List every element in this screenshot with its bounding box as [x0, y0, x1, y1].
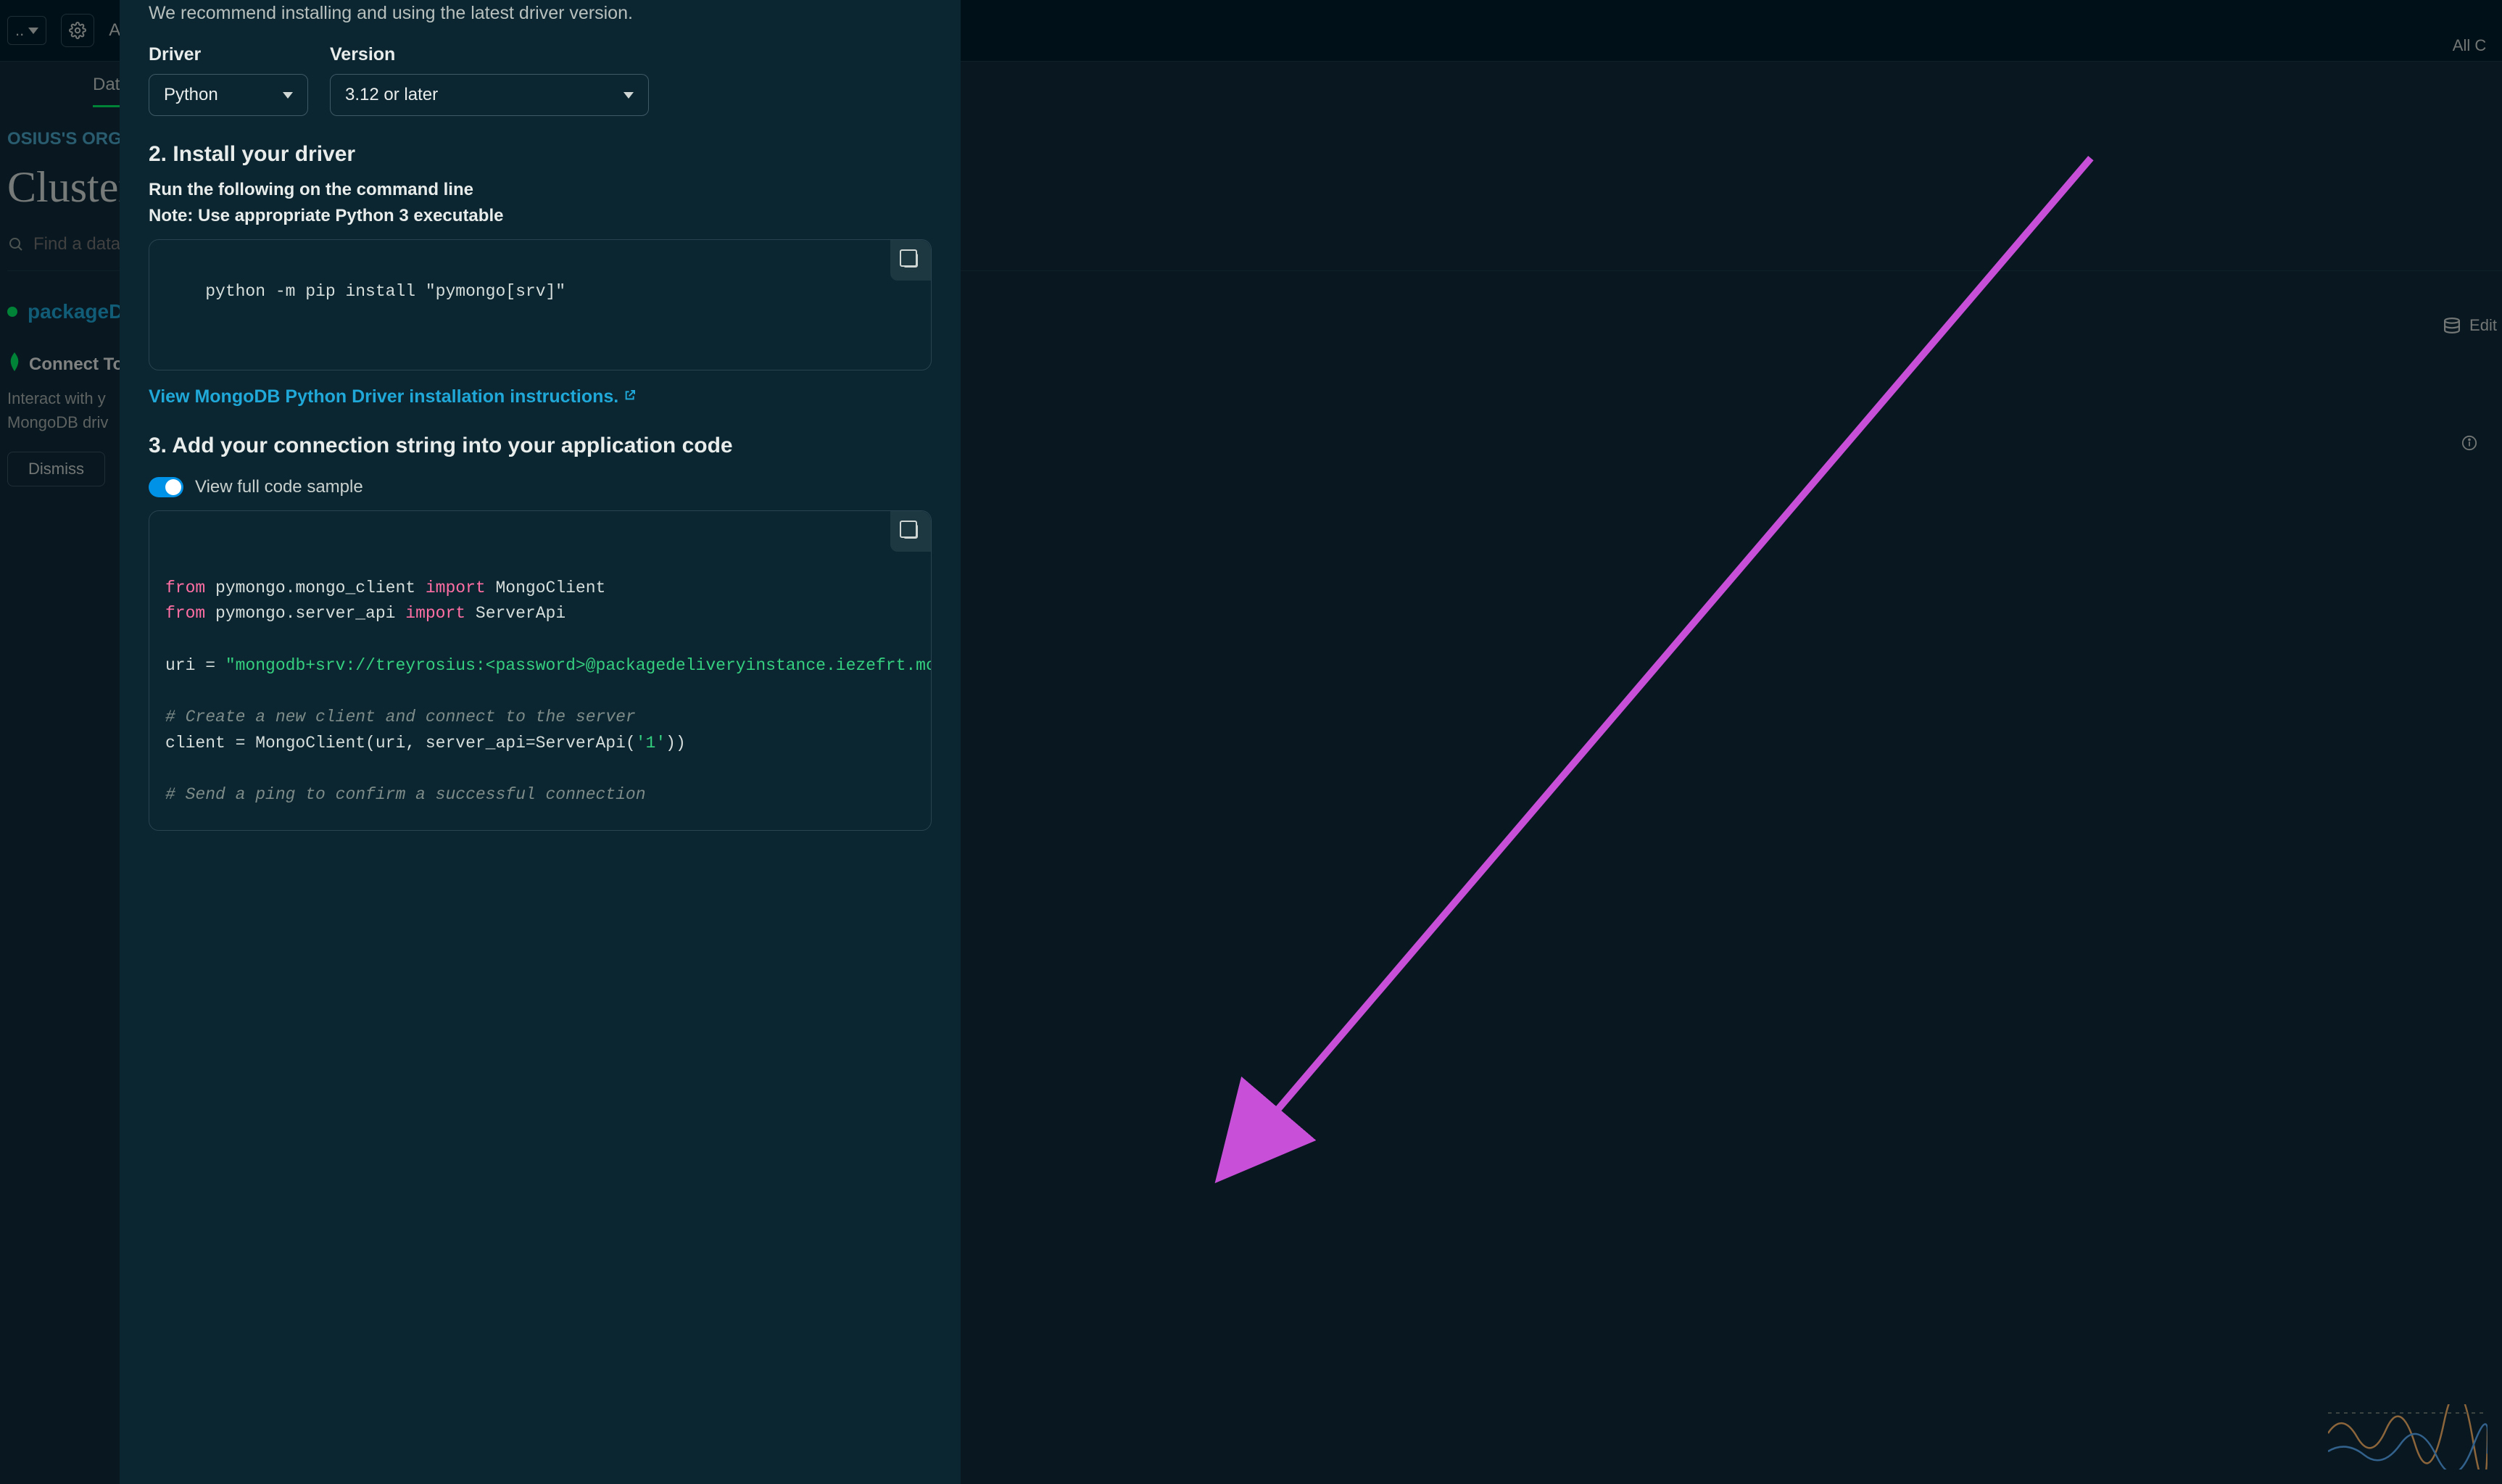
caret-down-icon	[283, 92, 293, 99]
step2-sub: Run the following on the command line	[149, 180, 932, 200]
edit-config-button[interactable]: Edit	[2442, 316, 2497, 335]
connect-driver-modal: We recommend installing and using the la…	[120, 0, 961, 1484]
version-select[interactable]: 3.12 or later	[330, 74, 649, 116]
install-command-box: python -m pip install "pymongo[srv]"	[149, 239, 932, 370]
caret-down-icon	[28, 28, 38, 34]
settings-button[interactable]	[61, 14, 94, 47]
gear-icon	[69, 22, 86, 39]
code-sample-box: from pymongo.mongo_client import MongoCl…	[149, 510, 932, 831]
code-kw: import	[426, 579, 486, 597]
link-text: View MongoDB Python Driver installation …	[149, 386, 618, 407]
toggle-knob	[165, 479, 181, 495]
search-icon	[7, 236, 25, 253]
driver-label: Driver	[149, 44, 308, 65]
step2-note: Note: Use appropriate Python 3 executabl…	[149, 206, 932, 226]
copy-icon	[903, 524, 918, 539]
org-dropdown-label: ..	[15, 21, 24, 40]
code-txt: MongoClient	[486, 579, 606, 597]
code-txt: client = MongoClient(uri, server_api=Ser…	[165, 734, 636, 753]
copy-install-button[interactable]	[890, 240, 931, 281]
code-str: '1'	[636, 734, 666, 753]
driver-install-docs-link[interactable]: View MongoDB Python Driver installation …	[149, 386, 636, 407]
code-txt: ))	[666, 734, 686, 753]
sparkline-chart	[2328, 1404, 2487, 1470]
code-kw: from	[165, 604, 205, 623]
driver-value: Python	[164, 85, 218, 105]
code-txt: pymongo.server_api	[205, 604, 405, 623]
copy-code-button[interactable]	[890, 511, 931, 552]
step2-title: 2. Install your driver	[149, 142, 932, 167]
leaf-icon	[7, 352, 22, 376]
cluster-name: packageD	[28, 300, 123, 323]
code-kw: import	[405, 604, 465, 623]
code-txt: ServerApi	[465, 604, 566, 623]
code-kw: from	[165, 579, 205, 597]
external-link-icon	[624, 389, 636, 405]
install-command: python -m pip install "pymongo[srv]"	[205, 282, 566, 301]
code-txt: uri =	[165, 656, 225, 675]
step3-title: 3. Add your connection string into your …	[149, 434, 932, 458]
info-icon[interactable]	[2461, 435, 2477, 455]
all-clusters-link[interactable]: All C	[2453, 36, 2486, 55]
code-comment: # Send a ping to confirm a successful co…	[165, 785, 646, 804]
recommend-text: We recommend installing and using the la…	[149, 0, 932, 24]
connect-card-title: Connect To	[29, 355, 123, 375]
copy-icon	[903, 253, 918, 268]
code-str: "mongodb+srv://treyrosius:<password>@pac…	[225, 656, 932, 675]
edit-label: Edit	[2469, 316, 2497, 335]
right-rail: All C Edit	[2437, 0, 2502, 1484]
code-comment: # Create a new client and connect to the…	[165, 708, 636, 726]
dismiss-button[interactable]: Dismiss	[7, 452, 105, 486]
view-full-code-toggle[interactable]	[149, 477, 183, 497]
org-dropdown[interactable]: ..	[7, 16, 46, 45]
driver-select[interactable]: Python	[149, 74, 308, 116]
status-dot-icon	[7, 307, 17, 317]
code-txt: pymongo.mongo_client	[205, 579, 426, 597]
version-label: Version	[330, 44, 649, 65]
database-icon	[2442, 318, 2462, 333]
caret-down-icon	[624, 92, 634, 99]
toggle-label: View full code sample	[195, 477, 363, 497]
version-value: 3.12 or later	[345, 85, 438, 105]
